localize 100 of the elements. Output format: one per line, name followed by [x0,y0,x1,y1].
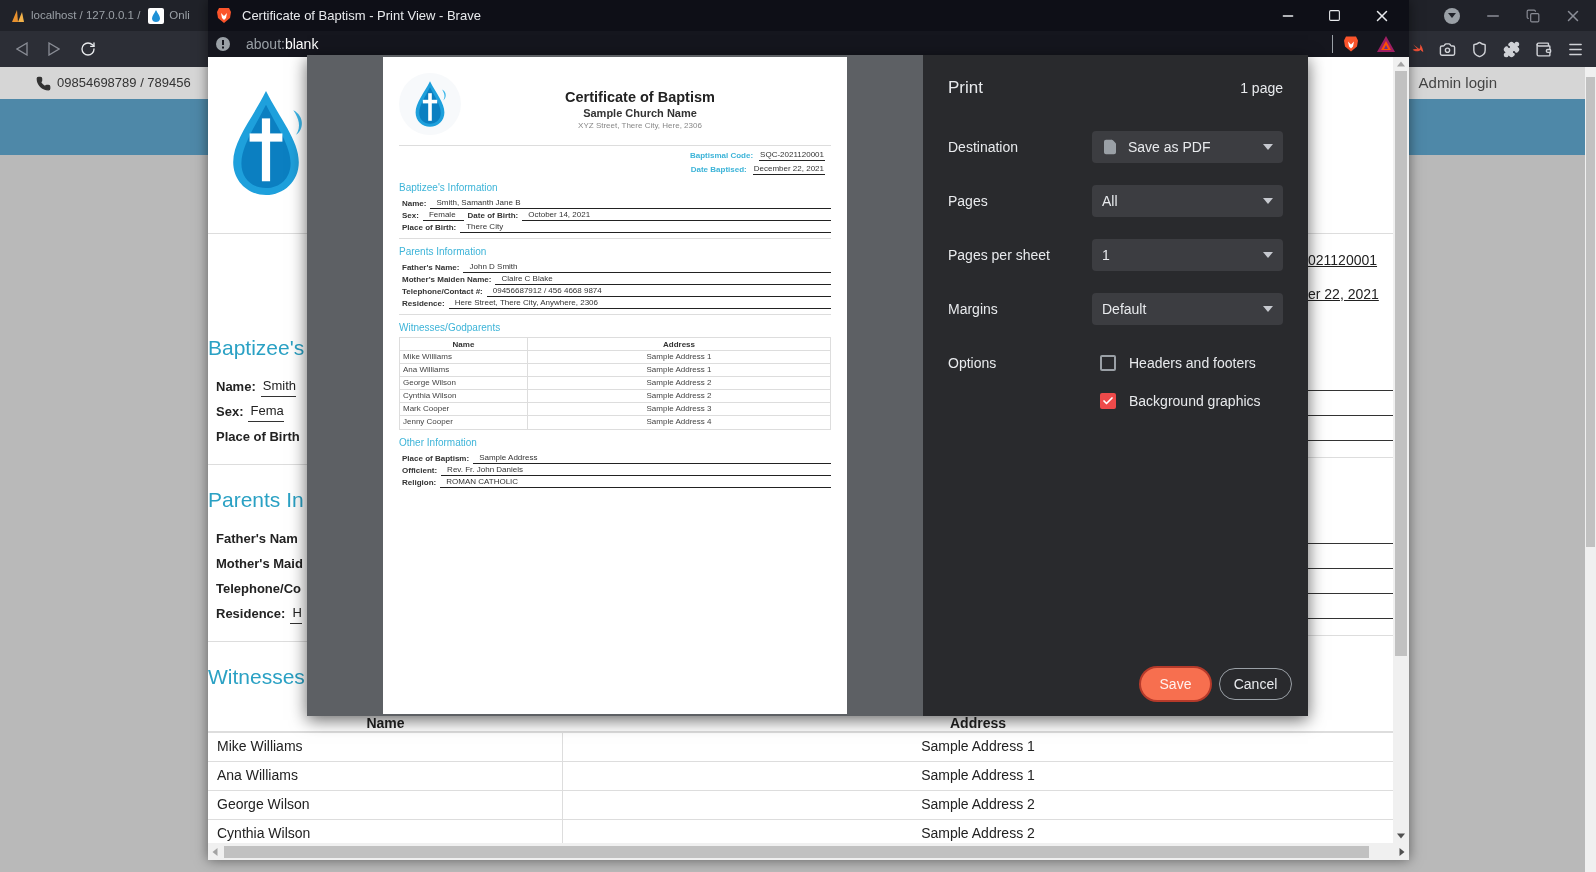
code-label: Baptismal Code: [689,151,754,161]
field-value: 09456687912 / 456 4668 9874 [486,286,831,297]
section-heading: Witnesses/Godparents [399,321,502,334]
table-cell-text: Sample Address 3 [645,403,713,415]
column-header: Address [662,339,696,350]
select-field[interactable]: All [1092,185,1283,217]
back-icon[interactable] [16,42,28,56]
camera-icon[interactable] [1439,40,1456,58]
table-cell-text: Sample Address 1 [645,351,713,363]
table-cell-text: Sample Address 1 [645,364,713,376]
browser-tab[interactable]: Onli [144,0,190,31]
page-scrollbar[interactable] [1585,67,1596,872]
setting-label: Margins [948,300,999,319]
table-cell: Ana Williams [208,762,563,790]
wallet-icon[interactable] [1535,40,1552,58]
field-value: ROMAN CATHOLIC [440,477,831,488]
column-header: Address [949,716,1007,731]
select-field[interactable]: 1 [1092,239,1283,271]
caret-icon [1263,144,1273,150]
field-label: Name: [402,199,427,209]
checkbox[interactable] [1100,393,1116,409]
field-value: Smith, Samanth Jane B [430,198,831,209]
field-label: Religion: [402,478,437,488]
code-label: Date Baptised: [690,165,747,175]
caret-icon [1263,198,1273,204]
table-cell-text: Sample Address 1 [920,766,1036,785]
field-value: Sample Address [473,453,831,464]
restore-icon[interactable] [1526,8,1540,23]
table-cell-text: Sample Address 4 [645,416,713,428]
drop-icon [148,7,165,24]
field-label: Mother's Maiden Name: [402,275,492,285]
table-cell: Ana Williams [400,364,528,376]
table-cell-text: Sample Address 2 [645,390,713,402]
check-icon [1102,395,1114,407]
church-address: XYZ Street, There City, Here, 2306 [578,119,702,131]
field-value: Rev. Fr. John Daniels [441,465,831,476]
select-value: Save as PDF [1128,137,1212,157]
table-cell-text: Sample Address 2 [920,795,1036,814]
caret-icon [1263,306,1273,312]
field-label: Sex: [216,402,244,421]
table-cell: George Wilson [400,377,528,389]
code-value: SQC-2021120001 [759,150,825,161]
field-value: October 14, 2021 [522,210,831,221]
phone-number: 09854698789 / 789456 [57,74,191,93]
window-title: Certificate of Baptism - Print View - Brave [242,6,481,25]
phone-icon [36,75,51,91]
admin-login-link[interactable]: Admin login [1418,71,1497,95]
table-cell: George Wilson [208,791,563,819]
select-value: Default [1102,299,1148,319]
horizontal-scrollbar[interactable] [208,843,1409,860]
church-name: Sample Church Name [583,105,697,120]
field-label: Telephone/Co [216,579,301,598]
table-cell-text: Sample Address 2 [645,377,713,389]
checkbox-label: Headers and footers [1129,353,1256,373]
info-icon [216,37,230,51]
checkbox[interactable] [1100,355,1116,371]
field-label: Date of Birth: [467,211,519,221]
field-value: Female [422,210,464,221]
field-label: Place of Baptism: [402,454,470,464]
maximize-icon[interactable] [1328,9,1341,22]
field-label: Residence: [402,299,445,309]
field-value: er 22, 2021 [1308,285,1380,304]
section-heading: Baptizee's [208,335,306,361]
select-field[interactable]: Save as PDF [1092,131,1283,163]
table-cell: Mark Cooper [400,403,528,415]
url-text[interactable]: about:blank [246,33,319,55]
field-label: Father's Nam [216,529,298,548]
field-label: Place of Birth [216,427,300,446]
select-value: 1 [1102,245,1111,265]
vertical-scrollbar[interactable] [1393,57,1409,843]
field-value: 021120001 [1308,251,1379,270]
column-header: Name [400,338,528,350]
field-label: Sex: [402,211,419,221]
page-count: 1 page [1240,78,1283,98]
select-field[interactable]: Default [1092,293,1283,325]
section-heading: Witnesses [208,664,306,690]
caret-icon [1263,252,1273,258]
field-value: Fema [248,401,284,422]
triangle-icon[interactable] [1377,36,1395,52]
extensions-icon[interactable] [1503,40,1520,58]
scroll-right-icon[interactable] [1399,847,1405,856]
reload-icon[interactable] [80,41,96,57]
browser-tab[interactable]: localhost / 127.0.0.1 / [0,0,145,31]
lion-icon[interactable] [1343,35,1359,53]
forward-icon[interactable] [48,42,60,56]
field-value: H [290,603,302,624]
certificate-title: Certificate of Baptism [565,87,715,106]
tab-search-icon[interactable] [1444,7,1460,24]
field-label: Mother's Maid [216,554,303,573]
field-label: Place of Birth: [402,223,457,233]
table-cell-text: Sample Address 2 [920,824,1036,843]
lion-icon [216,7,232,24]
field-value: John D Smith [463,262,831,273]
table-cell-text: Sample Address 1 [920,737,1036,756]
setting-label: Options [948,354,998,373]
table-cell: Mike Williams [208,733,563,761]
dialog-title: Print [948,77,983,100]
shield-icon[interactable] [1471,40,1488,58]
field-label: Father's Name: [402,263,460,273]
section-heading: Baptizee's Information [399,181,499,194]
